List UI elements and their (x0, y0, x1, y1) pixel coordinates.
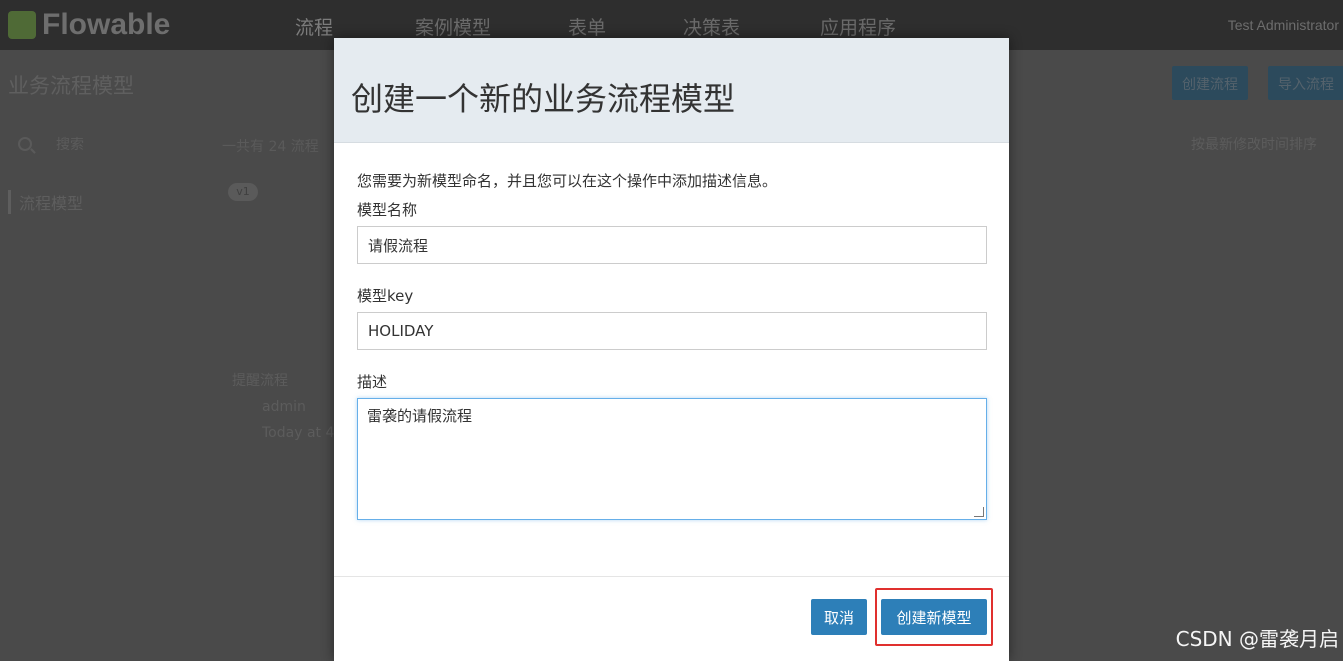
create-model-button[interactable]: 创建新模型 (881, 599, 987, 635)
version-badge: v1 (228, 183, 258, 201)
dialog-header: 创建一个新的业务流程模型 (334, 38, 1009, 143)
model-card-user: admin (262, 399, 306, 415)
search-icon (18, 137, 32, 151)
dialog-body: 您需要为新模型命名，并且您可以在这个操作中添加描述信息。 模型名称 模型key … (357, 170, 987, 520)
flowable-logo-icon (8, 11, 36, 39)
model-description-label: 描述 (357, 373, 388, 391)
page-title: 业务流程模型 (8, 74, 134, 98)
nav-item-forms[interactable]: 表单 (568, 13, 606, 40)
import-process-button[interactable]: 导入流程 (1268, 66, 1343, 100)
model-name-label: 模型名称 (357, 201, 418, 219)
sidebar-item-process-models[interactable]: 流程模型 (8, 190, 83, 214)
sort-dropdown[interactable]: 按最新修改时间排序 (1191, 134, 1317, 154)
search-row: 搜索 (18, 134, 84, 154)
resize-handle-icon[interactable] (974, 507, 984, 517)
model-description-value: 雷袭的请假流程 (367, 407, 473, 425)
dialog-title: 创建一个新的业务流程模型 (351, 80, 736, 118)
nav-item-case-models[interactable]: 案例模型 (415, 13, 491, 40)
model-key-label: 模型key (357, 287, 414, 305)
model-card-time: Today at 4 (262, 425, 335, 441)
model-card-title[interactable]: 提醒流程 (232, 368, 334, 394)
logo: Flowable (8, 8, 170, 42)
nav-item-apps[interactable]: 应用程序 (820, 13, 896, 40)
model-card-meta: 提醒流程 admin Today at 4 (232, 368, 334, 446)
nav-item-processes[interactable]: 流程 (295, 13, 333, 40)
nav-item-decision-tables[interactable]: 决策表 (683, 13, 740, 40)
model-name-input[interactable] (357, 226, 987, 264)
create-process-button[interactable]: 创建流程 (1172, 66, 1248, 100)
cancel-button[interactable]: 取消 (811, 599, 867, 635)
logo-text: Flowable (42, 8, 171, 41)
dialog-description: 您需要为新模型命名，并且您可以在这个操作中添加描述信息。 (357, 172, 778, 190)
dialog-footer-divider (334, 576, 1009, 577)
model-description-textarea[interactable]: 雷袭的请假流程 (357, 398, 987, 520)
search-input[interactable]: 搜索 (56, 134, 84, 154)
create-model-dialog: 创建一个新的业务流程模型 您需要为新模型命名，并且您可以在这个操作中添加描述信息… (334, 38, 1009, 661)
user-menu[interactable]: Test Administrator (1228, 17, 1339, 33)
model-key-input[interactable] (357, 312, 987, 350)
watermark: CSDN @雷袭月启 (1175, 627, 1339, 651)
model-count: 一共有 24 流程 (222, 139, 319, 155)
